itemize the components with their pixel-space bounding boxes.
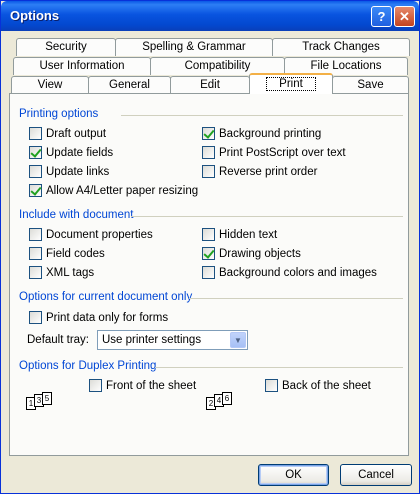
drawing-objects-checkbox[interactable]: Drawing objects — [202, 247, 301, 260]
tab-print-label: Print — [266, 77, 316, 91]
duplex-back-pages-icon: 2 4 6 — [206, 392, 236, 414]
chevron-down-icon[interactable]: ▼ — [230, 332, 246, 348]
hidden-text-box[interactable] — [202, 228, 215, 241]
update-fields-checkbox[interactable]: Update fields — [29, 146, 113, 159]
tab-security[interactable]: Security — [16, 38, 116, 56]
update-fields-box[interactable] — [29, 146, 42, 159]
print-postscript-label: Print PostScript over text — [219, 146, 346, 159]
cancel-button[interactable]: Cancel — [340, 464, 412, 486]
background-colors-box[interactable] — [202, 266, 215, 279]
xml-tags-checkbox[interactable]: XML tags — [29, 266, 94, 279]
tab-spelling-grammar[interactable]: Spelling & Grammar — [115, 38, 273, 56]
background-colors-label: Background colors and images — [219, 266, 377, 279]
current-document-title: Options for current document only — [19, 291, 193, 303]
tab-view[interactable]: View — [11, 76, 89, 94]
draft-output-label: Draft output — [46, 127, 107, 140]
hidden-text-checkbox[interactable]: Hidden text — [202, 228, 277, 241]
default-tray-select[interactable]: Use printer settings ▼ — [97, 330, 248, 350]
tab-print[interactable]: Print — [249, 73, 333, 94]
printing-options-title: Printing options — [19, 108, 99, 120]
ok-button[interactable]: OK — [258, 464, 329, 486]
hidden-text-label: Hidden text — [219, 228, 278, 241]
page-6-icon: 6 — [222, 392, 232, 405]
back-of-sheet-checkbox[interactable]: Back of the sheet — [265, 379, 371, 392]
tab-save[interactable]: Save — [332, 76, 409, 94]
printing-options-divider — [121, 115, 403, 116]
draft-output-box[interactable] — [29, 127, 42, 140]
include-divider — [131, 216, 403, 217]
page-5-icon: 5 — [42, 392, 52, 405]
drawing-objects-label: Drawing objects — [219, 247, 301, 260]
xml-tags-label: XML tags — [46, 266, 95, 279]
document-properties-box[interactable] — [29, 228, 42, 241]
update-links-checkbox[interactable]: Update links — [29, 165, 109, 178]
tab-general[interactable]: General — [88, 76, 171, 94]
xml-tags-box[interactable] — [29, 266, 42, 279]
print-data-only-checkbox[interactable]: Print data only for forms — [29, 311, 168, 324]
field-codes-box[interactable] — [29, 247, 42, 260]
update-fields-label: Update fields — [46, 146, 114, 159]
help-icon[interactable]: ? — [371, 6, 392, 27]
allow-resizing-checkbox[interactable]: Allow A4/Letter paper resizing — [29, 184, 198, 197]
window-title: Options — [10, 8, 60, 23]
duplex-title: Options for Duplex Printing — [19, 360, 157, 372]
duplex-front-pages-icon: 1 3 5 — [26, 392, 56, 414]
reverse-print-order-box[interactable] — [202, 165, 215, 178]
print-data-only-label: Print data only for forms — [46, 311, 169, 324]
options-dialog: Options ? ✕ Security Spelling & Grammar … — [0, 0, 420, 494]
print-postscript-box[interactable] — [202, 146, 215, 159]
current-document-divider — [189, 298, 403, 299]
background-colors-checkbox[interactable]: Background colors and images — [202, 266, 377, 279]
tab-user-information[interactable]: User Information — [13, 57, 151, 75]
duplex-divider — [155, 367, 403, 368]
front-of-sheet-box[interactable] — [89, 379, 102, 392]
background-printing-label: Background printing — [219, 127, 322, 140]
tab-edit[interactable]: Edit — [170, 76, 250, 94]
document-properties-label: Document properties — [46, 228, 153, 241]
document-properties-checkbox[interactable]: Document properties — [29, 228, 153, 241]
update-links-label: Update links — [46, 165, 110, 178]
drawing-objects-box[interactable] — [202, 247, 215, 260]
update-links-box[interactable] — [29, 165, 42, 178]
include-with-document-title: Include with document — [19, 209, 134, 221]
print-postscript-checkbox[interactable]: Print PostScript over text — [202, 146, 346, 159]
background-printing-box[interactable] — [202, 127, 215, 140]
field-codes-label: Field codes — [46, 247, 105, 260]
reverse-print-order-checkbox[interactable]: Reverse print order — [202, 165, 317, 178]
background-printing-checkbox[interactable]: Background printing — [202, 127, 321, 140]
front-of-sheet-label: Front of the sheet — [106, 379, 197, 392]
front-of-sheet-checkbox[interactable]: Front of the sheet — [89, 379, 196, 392]
field-codes-checkbox[interactable]: Field codes — [29, 247, 105, 260]
back-of-sheet-box[interactable] — [265, 379, 278, 392]
default-tray-label: Default tray: — [27, 334, 89, 346]
draft-output-checkbox[interactable]: Draft output — [29, 127, 106, 140]
back-of-sheet-label: Back of the sheet — [282, 379, 371, 392]
default-tray-value: Use printer settings — [102, 334, 202, 346]
allow-resizing-box[interactable] — [29, 184, 42, 197]
title-bar[interactable]: Options ? ✕ — [1, 1, 419, 31]
close-icon[interactable]: ✕ — [394, 6, 415, 27]
tab-track-changes[interactable]: Track Changes — [272, 38, 410, 56]
allow-resizing-label: Allow A4/Letter paper resizing — [46, 184, 199, 197]
reverse-print-order-label: Reverse print order — [219, 165, 318, 178]
print-data-only-box[interactable] — [29, 311, 42, 324]
